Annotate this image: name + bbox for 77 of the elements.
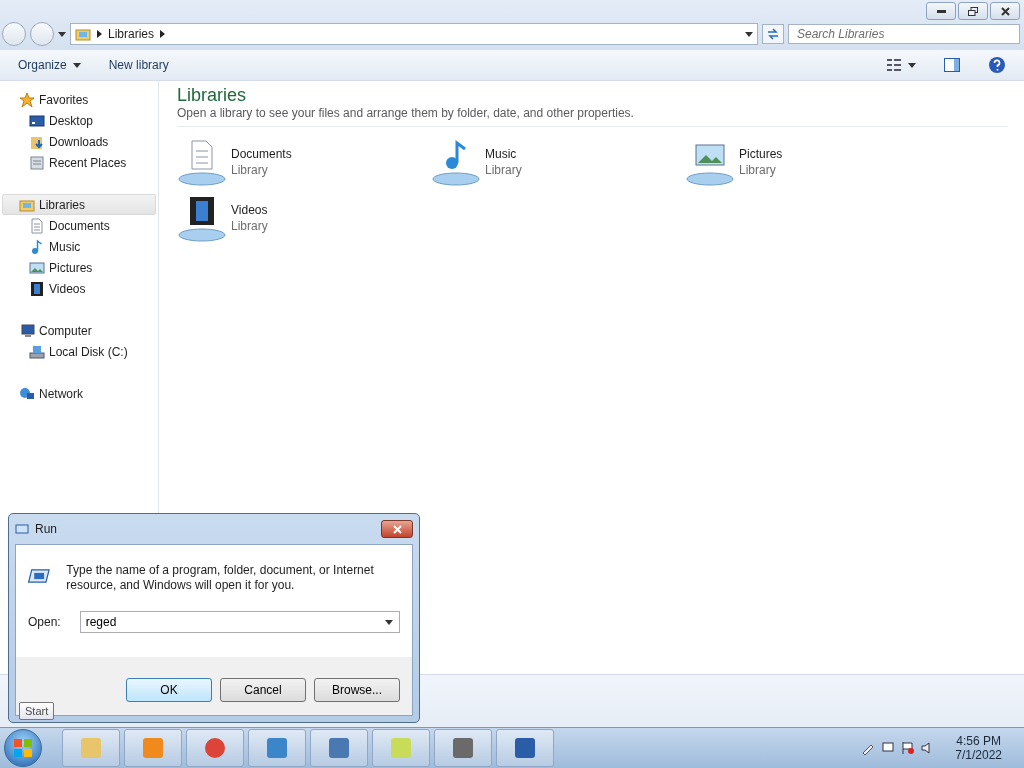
music-note-icon bbox=[29, 238, 45, 255]
library-type: Library bbox=[231, 219, 268, 233]
minimize-icon bbox=[936, 9, 946, 13]
library-name[interactable]: Documents bbox=[231, 147, 292, 161]
close-button[interactable] bbox=[381, 520, 413, 538]
library-name[interactable]: Pictures bbox=[739, 147, 783, 161]
nav-item[interactable]: Pictures bbox=[2, 257, 156, 278]
library-folder-icon bbox=[75, 26, 91, 42]
library-name[interactable]: Music bbox=[485, 147, 522, 161]
film-icon bbox=[29, 280, 45, 297]
restore-icon bbox=[968, 6, 978, 16]
nav-item[interactable]: Documents bbox=[2, 215, 156, 236]
dialog-button[interactable]: Browse... bbox=[314, 678, 400, 702]
taskbar-button[interactable] bbox=[496, 729, 554, 767]
nav-item[interactable]: Music bbox=[2, 236, 156, 257]
document-icon bbox=[29, 217, 45, 234]
monitor-icon bbox=[29, 112, 45, 129]
nav-item[interactable]: Downloads bbox=[2, 131, 156, 152]
close-icon bbox=[1000, 6, 1010, 16]
nav-item[interactable]: Local Disk (C:) bbox=[2, 341, 156, 362]
restore-button[interactable] bbox=[958, 2, 988, 20]
pane-icon bbox=[944, 58, 960, 72]
help-icon bbox=[988, 56, 1006, 74]
computer-icon bbox=[19, 322, 35, 339]
address-bar[interactable]: Libraries bbox=[70, 23, 758, 45]
close-icon bbox=[392, 524, 402, 534]
document-library-icon bbox=[177, 137, 227, 187]
chevron-right-icon bbox=[160, 30, 166, 38]
page-description: Open a library to see your files and arrange them by folder, date, and other properties. bbox=[177, 106, 1008, 127]
library-type: Library bbox=[739, 163, 777, 177]
nav-item[interactable]: Computer bbox=[2, 320, 156, 341]
taskbar-button[interactable] bbox=[248, 729, 306, 767]
nav-item[interactable]: Desktop bbox=[2, 110, 156, 131]
clock-time[interactable]: 4:56 PM bbox=[956, 734, 1001, 748]
star-icon bbox=[19, 91, 35, 108]
flag-icon bbox=[901, 741, 916, 755]
recent-places-icon bbox=[29, 154, 45, 171]
caret-icon bbox=[72, 62, 81, 68]
network-icon bbox=[881, 741, 896, 755]
chevron-right-icon bbox=[97, 30, 102, 38]
nav-item[interactable]: Videos bbox=[2, 278, 156, 299]
library-type: Library bbox=[231, 163, 269, 177]
library-type: Library bbox=[485, 163, 522, 177]
refresh-icon bbox=[767, 28, 779, 40]
taskbar-button[interactable] bbox=[434, 729, 492, 767]
minimize-button[interactable] bbox=[926, 2, 956, 20]
caret-icon bbox=[58, 31, 66, 37]
nav-item[interactable]: Network bbox=[2, 383, 156, 404]
view-icon bbox=[886, 58, 902, 72]
taskbar-button[interactable] bbox=[186, 729, 244, 767]
windows-logo-icon bbox=[14, 739, 32, 757]
clock-date[interactable]: 7/1/2022 bbox=[955, 748, 1002, 762]
taskbar-button[interactable] bbox=[310, 729, 368, 767]
open-field[interactable]: reged bbox=[79, 611, 400, 633]
nav-item[interactable]: Recent Places bbox=[2, 152, 156, 173]
dialog-button[interactable]: Cancel bbox=[220, 678, 306, 702]
toolbar-button[interactable]: New library bbox=[98, 54, 179, 76]
search-field[interactable]: Search Libraries bbox=[788, 24, 1020, 44]
dialog-button[interactable]: OK bbox=[126, 678, 212, 702]
drive-icon bbox=[29, 343, 45, 360]
toolbar-button[interactable]: Organize bbox=[8, 54, 91, 76]
dialog-title: Run bbox=[35, 522, 57, 536]
library-name[interactable]: Videos bbox=[231, 203, 268, 217]
refresh-button[interactable] bbox=[762, 24, 784, 44]
tooltip: Start bbox=[19, 702, 55, 720]
nav-item[interactable]: Favorites bbox=[2, 89, 156, 110]
breadcrumb[interactable]: Libraries bbox=[108, 27, 155, 41]
caret-icon bbox=[385, 619, 393, 625]
page-title: Libraries bbox=[177, 85, 248, 106]
start-button[interactable] bbox=[4, 729, 42, 767]
nav-item[interactable]: Libraries bbox=[2, 194, 156, 215]
dialog-message: Type the name of a program, folder, document, or Internet resource, and Windows will open it for you. bbox=[66, 563, 375, 593]
picture-icon bbox=[29, 259, 45, 276]
caret-icon bbox=[908, 62, 916, 68]
caret-icon bbox=[745, 31, 753, 37]
open-label: Open: bbox=[28, 615, 61, 629]
close-button[interactable] bbox=[990, 2, 1020, 20]
